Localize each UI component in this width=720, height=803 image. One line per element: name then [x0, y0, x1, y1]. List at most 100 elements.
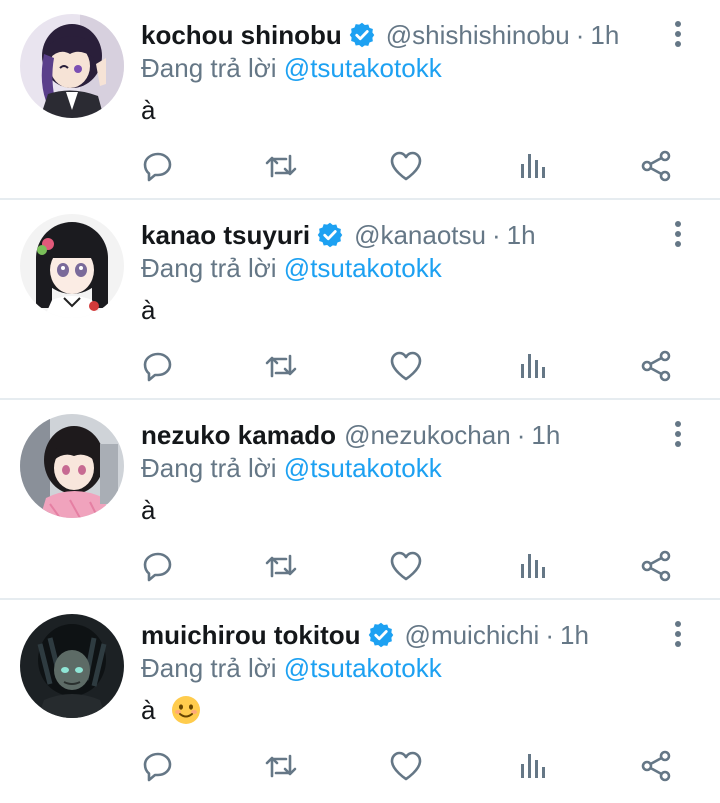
tweet-actions	[0, 348, 720, 384]
tweet-header: kochou shinobu @shishishinobu · 1h	[141, 17, 619, 53]
avatar[interactable]	[20, 414, 124, 518]
tweet-actions	[0, 148, 720, 184]
tweet-actions	[0, 548, 720, 584]
verified-badge-icon	[368, 622, 393, 648]
avatar[interactable]	[20, 214, 124, 318]
tweet-header: kanao tsuyuri @kanaotsu · 1h	[141, 217, 536, 253]
avatar-image	[20, 614, 124, 718]
timestamp[interactable]: 1h	[507, 217, 536, 253]
like-button[interactable]	[388, 748, 424, 784]
avatar-image	[20, 14, 124, 118]
separator-dot: ·	[516, 420, 526, 450]
retweet-icon	[265, 154, 297, 178]
mention-link[interactable]: @tsutakotokk	[284, 53, 442, 83]
replying-to-line: Đang trả lời @tsutakotokk	[141, 251, 442, 285]
more-vertical-icon[interactable]	[666, 18, 690, 50]
user-handle[interactable]: @nezukochan	[344, 417, 511, 453]
reply-icon	[143, 352, 172, 382]
retweet-icon	[265, 754, 297, 778]
retweet-button[interactable]	[263, 148, 299, 184]
more-vertical-icon[interactable]	[666, 218, 690, 250]
retweet-button[interactable]	[263, 348, 299, 384]
analytics-icon	[521, 154, 545, 178]
like-button[interactable]	[388, 148, 424, 184]
replying-to-label: Đang trả lời	[141, 253, 277, 283]
timestamp[interactable]: 1h	[590, 17, 619, 53]
reply-icon	[143, 752, 172, 782]
heart-icon	[390, 551, 422, 581]
reply-icon	[143, 152, 172, 182]
more-vertical-icon[interactable]	[666, 418, 690, 450]
retweet-button[interactable]	[263, 748, 299, 784]
analytics-button[interactable]	[515, 148, 551, 184]
tweet-text: à	[141, 93, 155, 127]
timestamp[interactable]: 1h	[560, 617, 589, 653]
tweet-header: nezuko kamado @nezukochan · 1h	[141, 417, 560, 453]
retweet-icon	[265, 354, 297, 378]
heart-icon	[390, 351, 422, 381]
tweet-text-content: à	[141, 95, 156, 125]
analytics-icon	[521, 554, 545, 578]
tweet-text-content: à	[141, 495, 156, 525]
analytics-button[interactable]	[515, 348, 551, 384]
replying-to-line: Đang trả lời @tsutakotokk	[141, 451, 442, 485]
share-button[interactable]	[638, 748, 674, 784]
replying-to-line: Đang trả lời @tsutakotokk	[141, 51, 442, 85]
like-button[interactable]	[388, 348, 424, 384]
retweet-button[interactable]	[263, 548, 299, 584]
analytics-button[interactable]	[515, 748, 551, 784]
replying-to-line: Đang trả lời @tsutakotokk	[141, 651, 442, 685]
more-vertical-icon[interactable]	[666, 618, 690, 650]
heart-icon	[390, 151, 422, 181]
replying-to-label: Đang trả lời	[141, 653, 277, 683]
verified-badge-icon	[317, 222, 343, 248]
retweet-icon	[265, 554, 297, 578]
tweet-text: à	[141, 493, 155, 527]
reply-button[interactable]	[140, 748, 176, 784]
reply-icon	[143, 552, 172, 582]
share-icon	[641, 550, 671, 582]
tweet-item[interactable]: nezuko kamado @nezukochan · 1h Đang trả …	[0, 400, 720, 600]
tweet-item[interactable]: kochou shinobu @shishishinobu · 1h Đang …	[0, 0, 720, 200]
replying-to-label: Đang trả lời	[141, 53, 277, 83]
tweet-item[interactable]: muichirou tokitou @muichichi · 1h Đang t…	[0, 600, 720, 803]
reply-feed: kochou shinobu @shishishinobu · 1h Đang …	[0, 0, 720, 803]
reply-button[interactable]	[140, 148, 176, 184]
mention-link[interactable]: @tsutakotokk	[284, 653, 442, 683]
display-name[interactable]: kochou shinobu	[141, 17, 342, 53]
display-name[interactable]: muichirou tokitou	[141, 617, 361, 653]
smiling-face-emoji-icon	[171, 696, 200, 724]
avatar[interactable]	[20, 14, 124, 118]
heart-icon	[390, 751, 422, 781]
analytics-button[interactable]	[515, 548, 551, 584]
tweet-text: à	[141, 293, 155, 327]
share-icon	[641, 750, 671, 782]
mention-link[interactable]: @tsutakotokk	[284, 253, 442, 283]
tweet-item[interactable]: kanao tsuyuri @kanaotsu · 1h Đang trả lờ…	[0, 200, 720, 400]
separator-dot: ·	[545, 620, 554, 650]
like-button[interactable]	[388, 548, 424, 584]
user-handle[interactable]: @muichichi	[405, 617, 540, 653]
user-handle[interactable]: @shishishinobu	[386, 17, 570, 53]
user-handle[interactable]: @kanaotsu	[354, 217, 486, 253]
tweet-text-content: à	[141, 295, 156, 325]
analytics-icon	[521, 354, 545, 378]
share-button[interactable]	[638, 548, 674, 584]
share-icon	[641, 350, 671, 382]
analytics-icon	[521, 754, 545, 778]
separator-dot: ·	[491, 220, 501, 250]
tweet-actions	[0, 748, 720, 784]
verified-badge-icon	[349, 22, 375, 48]
avatar-image	[20, 214, 124, 318]
display-name[interactable]: kanao tsuyuri	[141, 217, 310, 253]
mention-link[interactable]: @tsutakotokk	[284, 453, 442, 483]
timestamp[interactable]: 1h	[531, 417, 560, 453]
share-button[interactable]	[638, 348, 674, 384]
tweet-text: à	[141, 693, 201, 727]
tweet-header: muichirou tokitou @muichichi · 1h	[141, 617, 589, 653]
display-name[interactable]: nezuko kamado	[141, 417, 336, 453]
reply-button[interactable]	[140, 548, 176, 584]
reply-button[interactable]	[140, 348, 176, 384]
avatar[interactable]	[20, 614, 124, 718]
share-button[interactable]	[638, 148, 674, 184]
